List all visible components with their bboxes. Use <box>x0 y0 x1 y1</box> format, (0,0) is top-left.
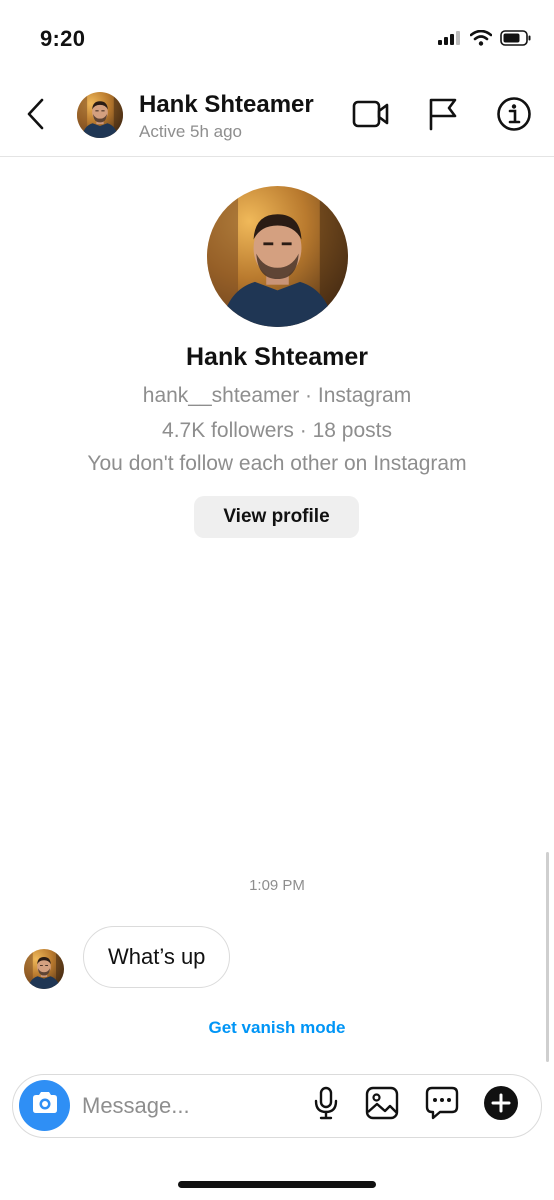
message-input[interactable] <box>82 1087 292 1125</box>
camera-button[interactable] <box>19 1080 70 1131</box>
header-active-status: Active 5h ago <box>139 122 243 141</box>
status-time: 9:20 <box>40 26 86 51</box>
wifi-icon <box>469 29 493 51</box>
sticker-button[interactable] <box>423 1086 461 1124</box>
scrollbar[interactable] <box>546 852 549 1062</box>
profile-handle-line: hank__shteamer · Instagram <box>142 384 412 407</box>
image-icon <box>365 1086 399 1125</box>
vanish-mode-link[interactable]: Get vanish mode <box>0 1018 554 1038</box>
profile-avatar[interactable] <box>207 186 348 327</box>
home-indicator <box>178 1181 376 1188</box>
view-profile-button[interactable]: View profile <box>194 496 359 538</box>
more-options-button[interactable] <box>482 1085 520 1126</box>
flag-icon <box>427 97 459 136</box>
profile-relation-line: You don't follow each other on Instagram <box>87 452 467 475</box>
plus-icon <box>483 1085 519 1126</box>
camera-icon <box>30 1090 60 1121</box>
profile-stats-line: 4.7K followers · 18 posts <box>162 419 392 442</box>
message-bubble[interactable]: What’s up <box>83 926 231 988</box>
microphone-icon <box>313 1086 339 1125</box>
cellular-signal-icon <box>438 31 462 50</box>
profile-name: Hank Shteamer <box>185 343 369 371</box>
sticker-chat-icon <box>424 1085 460 1126</box>
back-button[interactable] <box>20 96 52 136</box>
report-button[interactable] <box>423 96 463 136</box>
status-icons <box>438 29 532 51</box>
video-call-button[interactable] <box>351 96 391 136</box>
battery-icon <box>500 30 532 51</box>
video-call-icon <box>352 99 390 134</box>
chevron-left-icon <box>26 98 46 135</box>
message-timestamp: 1:09 PM <box>249 877 305 894</box>
header-contact-name[interactable]: Hank Shteamer <box>139 91 314 119</box>
voice-message-button[interactable] <box>307 1086 345 1124</box>
info-icon <box>496 96 532 137</box>
header-avatar[interactable] <box>77 92 123 138</box>
message-sender-avatar[interactable] <box>24 949 64 989</box>
gallery-button[interactable] <box>363 1086 401 1124</box>
info-button[interactable] <box>494 96 534 136</box>
